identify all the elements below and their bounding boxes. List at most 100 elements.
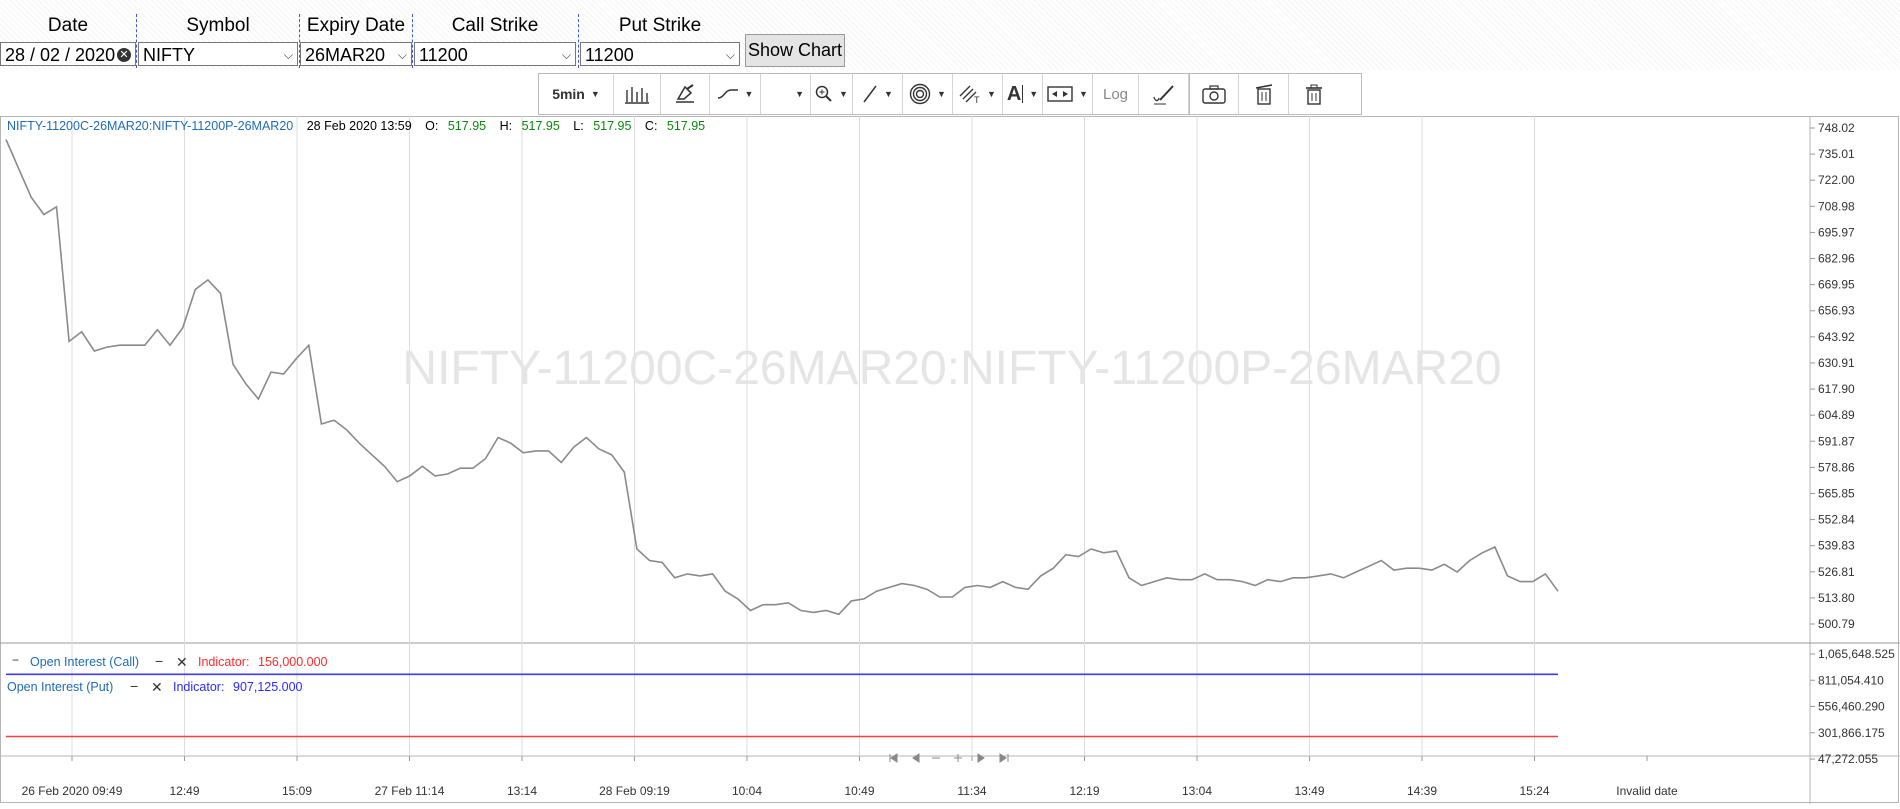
interval-select[interactable]: 5min ▼: [539, 74, 614, 114]
price-axis-label: 669.95: [1818, 278, 1855, 292]
call-strike-header: Call Strike: [451, 15, 539, 36]
date-input[interactable]: 28 / 02 / 2020 ✕: [0, 42, 136, 66]
price-axis-label: 526.81: [1818, 565, 1855, 579]
separator: [412, 14, 413, 68]
legend-low-value: 517.95: [593, 119, 631, 133]
x-axis-label: 15:09: [282, 784, 312, 798]
collapse-icon[interactable]: −: [12, 653, 19, 667]
chevron-down-icon: ⌵: [397, 48, 407, 62]
price-axis-label: 695.97: [1818, 225, 1855, 239]
chart-toolbar: 5min ▼ ▼ ▼ ▼ ▼ ▼ T ▼ A ▼ ▼ Log: [538, 73, 1362, 115]
x-axis-label: 12:49: [169, 784, 199, 798]
price-axis-label: 630.91: [1818, 356, 1855, 370]
symbol-value: NIFTY: [143, 45, 195, 65]
price-axis-label: 500.79: [1818, 617, 1855, 631]
close-icon[interactable]: ✕: [176, 654, 188, 670]
call-strike-select[interactable]: 11200 ⌵: [414, 42, 576, 66]
indicator-call-value: 156,000.000: [258, 655, 328, 669]
legend-open-value: 517.95: [448, 119, 486, 133]
x-axis-label: 26 Feb 2020 09:49: [22, 784, 123, 798]
x-axis-label: 28 Feb 09:19: [599, 784, 670, 798]
price-axis-label: 656.93: [1818, 304, 1855, 318]
minus-icon[interactable]: −: [130, 678, 138, 694]
dropdown-arrow-icon: ▼: [839, 89, 848, 99]
price-axis-label: 708.98: [1818, 199, 1855, 213]
price-axis-label: 722.00: [1818, 173, 1855, 187]
legend-low-label: L:: [573, 119, 583, 133]
oi-axis-label: 811,054.410: [1818, 673, 1884, 687]
oi-axis-label: 301,866.175: [1818, 726, 1885, 740]
measure-icon[interactable]: ▼: [1043, 74, 1093, 114]
legend-high-label: H:: [500, 119, 513, 133]
chart-watermark: NIFTY-11200C-26MAR20:NIFTY-11200P-26MAR2…: [402, 342, 1501, 395]
trendline-icon[interactable]: ▼: [853, 74, 903, 114]
dropdown-arrow-icon: ▼: [1029, 89, 1039, 99]
blank-select[interactable]: ▼: [761, 74, 811, 114]
x-axis-label: 13:49: [1294, 784, 1324, 798]
indicator-put-legend: Open Interest (Put) − ✕ Indicator: 907,1…: [7, 678, 303, 695]
oi-axis-label: 47,272.055: [1818, 752, 1878, 766]
price-axis-label: 578.86: [1818, 460, 1855, 474]
legend-open-label: O:: [425, 119, 438, 133]
price-axis-label: 617.90: [1818, 382, 1855, 396]
log-button[interactable]: Log: [1093, 74, 1139, 114]
price-axis-label: 735.01: [1818, 147, 1855, 161]
legend-close-value: 517.95: [667, 119, 705, 133]
price-axis-label: 643.92: [1818, 330, 1855, 344]
close-icon[interactable]: ✕: [151, 679, 163, 695]
oi-axis-label: 556,460.290: [1818, 700, 1885, 714]
symbol-header: Symbol: [186, 15, 250, 36]
svg-text:T: T: [974, 95, 980, 104]
svg-text:NIFTY-11200C-26MAR20:NIFTY-112: NIFTY-11200C-26MAR20:NIFTY-11200P-26MAR2…: [7, 119, 705, 133]
x-axis-label: 10:49: [844, 784, 874, 798]
put-strike-select[interactable]: 11200 ⌵: [580, 42, 740, 66]
x-axis-label: 13:14: [507, 784, 537, 798]
chart-area[interactable]: NIFTY-11200C-26MAR20:NIFTY-11200P-26MAR2…: [0, 116, 1900, 804]
chevron-down-icon: ⌵: [283, 48, 293, 62]
paint-icon[interactable]: [661, 74, 710, 114]
price-axis-label: 748.02: [1818, 121, 1855, 135]
legend-close-label: C:: [645, 119, 658, 133]
dropdown-arrow-icon: ▼: [884, 89, 893, 99]
text-icon[interactable]: A ▼: [1003, 74, 1043, 114]
price-axis-label: 565.85: [1818, 486, 1855, 500]
fib-icon[interactable]: T ▼: [953, 74, 1003, 114]
camera-icon[interactable]: [1189, 74, 1239, 114]
indicator-call-ind-label: Indicator:: [198, 655, 249, 669]
call-strike-value: 11200: [419, 45, 468, 65]
clear-icon[interactable]: ✕: [117, 48, 131, 62]
price-chart[interactable]: NIFTY-11200C-26MAR20:NIFTY-11200P-26MAR2…: [0, 116, 1900, 804]
indicator-put-label: Open Interest (Put): [7, 680, 113, 694]
indicator-put-value: 907,125.000: [233, 680, 303, 694]
show-chart-button[interactable]: Show Chart: [745, 34, 845, 67]
price-axis-label: 513.80: [1818, 591, 1855, 605]
legend-high-value: 517.95: [522, 119, 560, 133]
indicator-call-label: Open Interest (Call): [30, 655, 139, 669]
chevron-down-icon: ⌵: [725, 48, 735, 62]
expiry-select[interactable]: 26MAR20 ⌵: [300, 42, 412, 66]
x-axis-label: 13:04: [1182, 784, 1212, 798]
zoom-icon[interactable]: ▼: [811, 74, 853, 114]
x-axis-label: 10:04: [732, 784, 762, 798]
dropdown-arrow-icon: ▼: [744, 89, 754, 99]
legend-symbol: NIFTY-11200C-26MAR20:NIFTY-11200P-26MAR2…: [7, 119, 293, 133]
price-axis-label: 682.96: [1818, 252, 1855, 266]
bar-chart-icon[interactable]: [614, 74, 661, 114]
symbol-select[interactable]: NIFTY ⌵: [138, 42, 298, 66]
date-header: Date: [47, 15, 89, 36]
line-style-icon[interactable]: ▼: [710, 74, 761, 114]
oi-axis-label: 1,065,648.525: [1818, 647, 1895, 661]
dropdown-arrow-icon: ▼: [590, 89, 600, 99]
target-icon[interactable]: ▼: [903, 74, 953, 114]
dropdown-arrow-icon: ▼: [987, 89, 996, 99]
chevron-down-icon: ⌵: [561, 48, 571, 62]
minus-icon[interactable]: −: [155, 653, 163, 669]
x-axis-label: 12:19: [1069, 784, 1099, 798]
expiry-header: Expiry Date: [306, 15, 406, 36]
date-value: 28 / 02 / 2020: [5, 45, 116, 65]
delete-icon[interactable]: [1239, 74, 1289, 114]
dropdown-arrow-icon: ▼: [937, 89, 946, 99]
pen-icon[interactable]: [1139, 74, 1189, 114]
trash-icon[interactable]: [1289, 74, 1339, 114]
price-axis-label: 604.89: [1818, 408, 1855, 422]
